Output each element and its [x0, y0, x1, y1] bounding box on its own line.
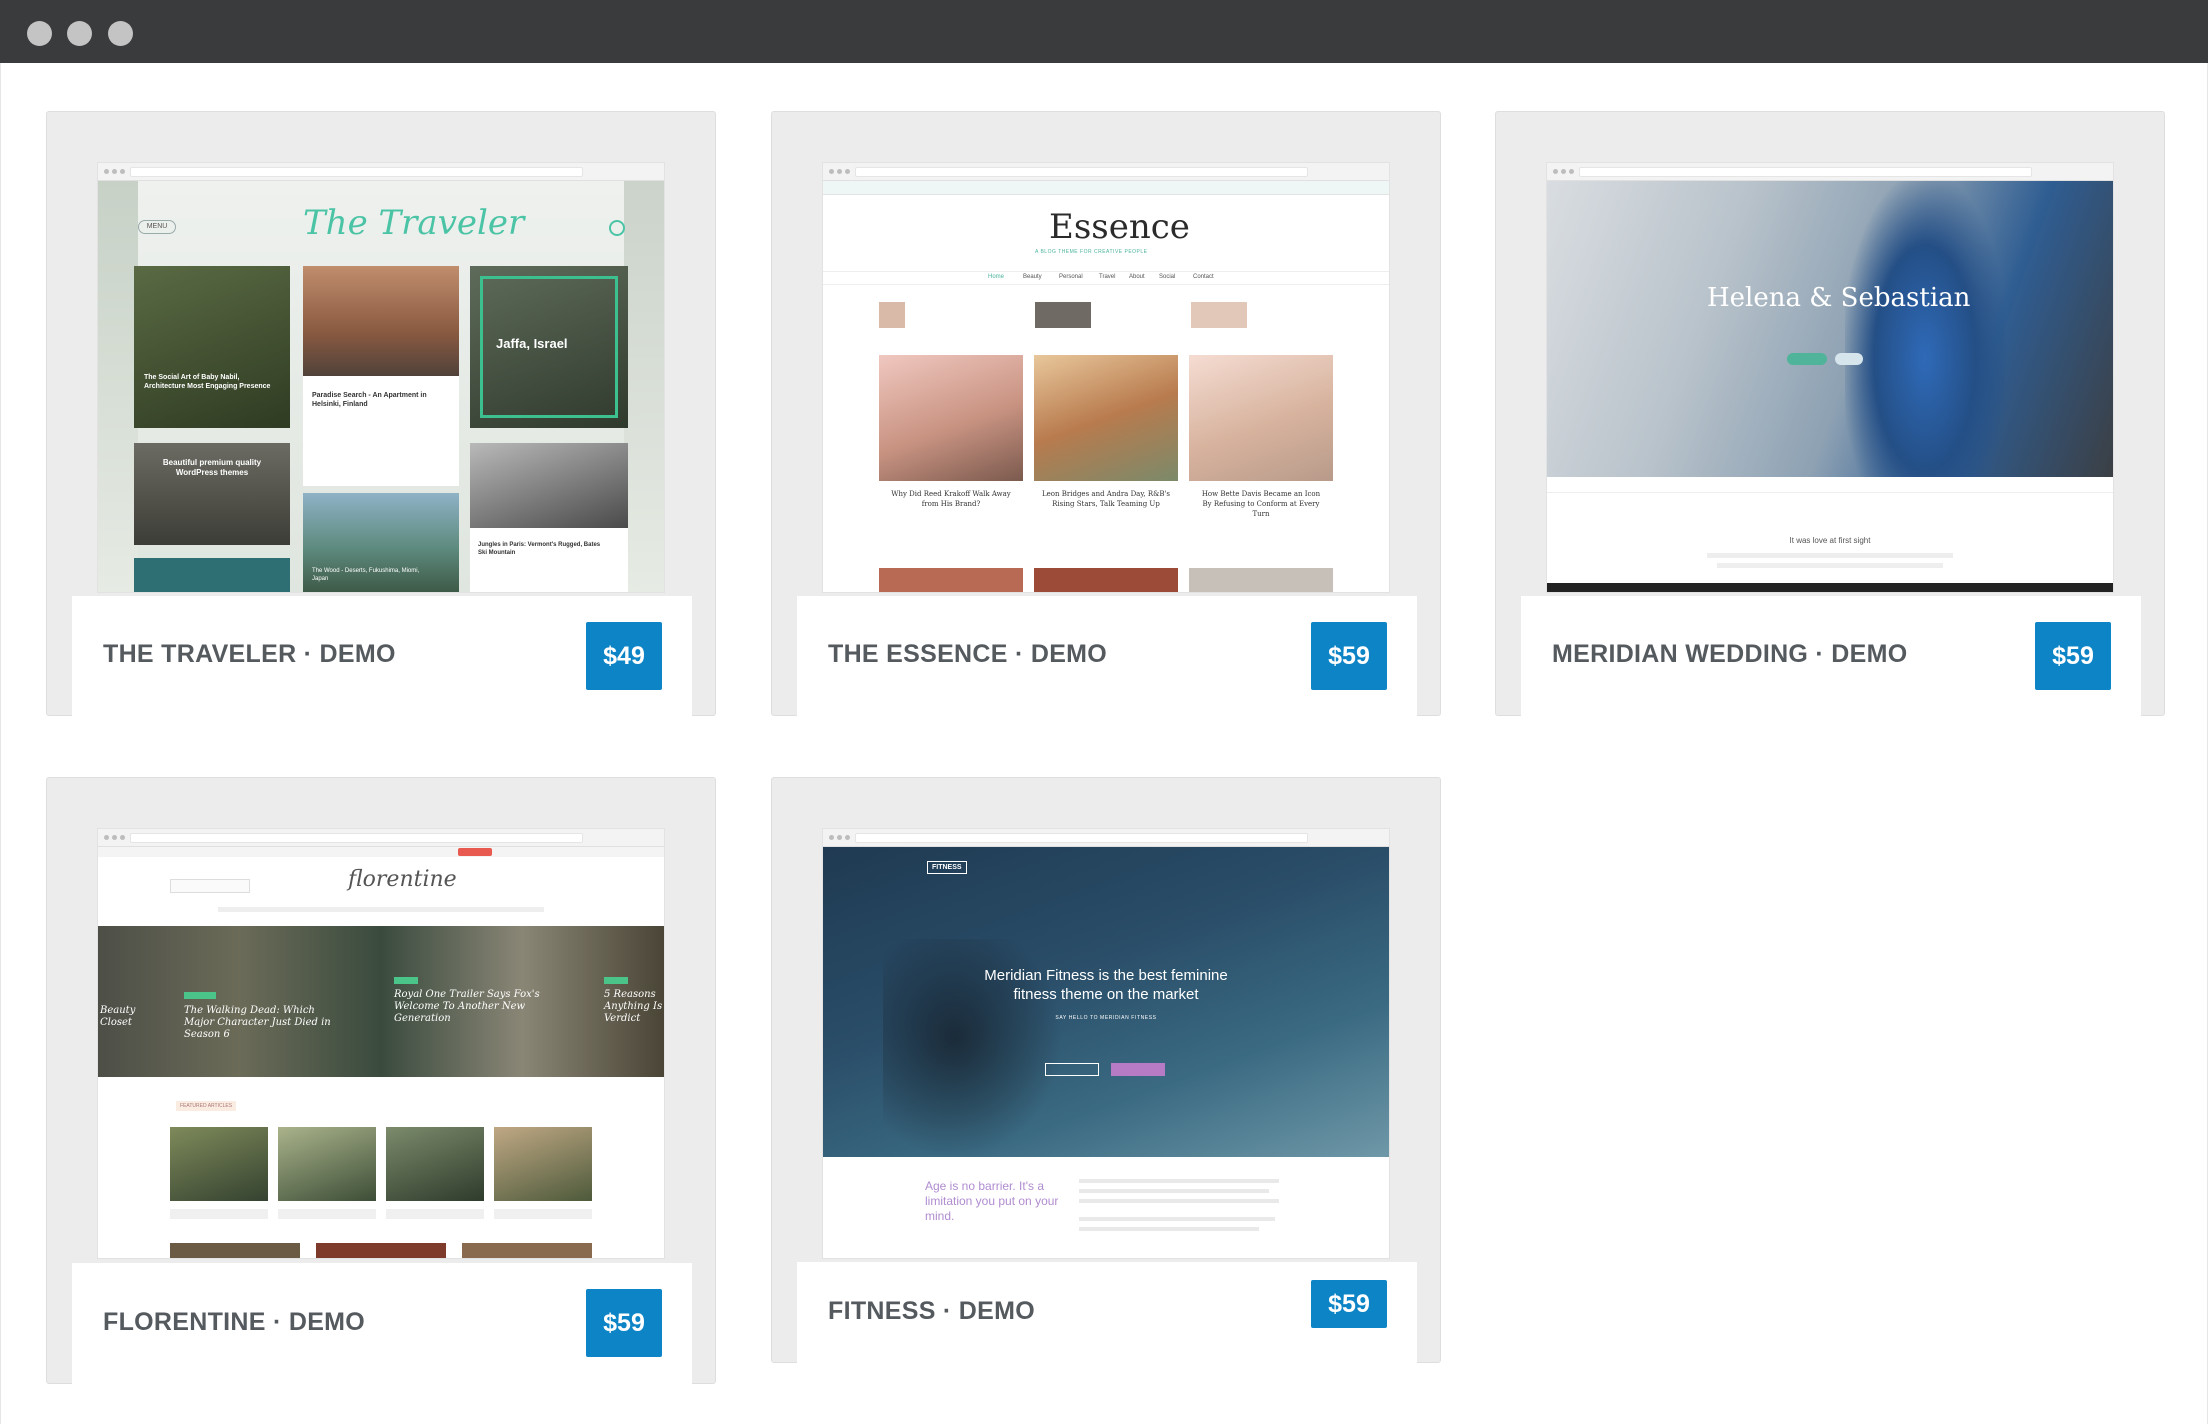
mini-browser-bar [823, 163, 1389, 181]
minimize-dot[interactable] [67, 21, 92, 46]
promo-text: Beautiful premium quality WordPress them… [162, 458, 262, 477]
slide-title: Beauty Closet [100, 1005, 136, 1028]
hero-button[interactable] [1835, 353, 1863, 365]
section-label: FEATURED ARTICLES [176, 1101, 237, 1111]
nav-beauty[interactable]: Beauty [1023, 274, 1042, 280]
mini-browser-bar [98, 163, 664, 181]
post-title: The Wood - Deserts, Fukushima, Miomi, Ja… [312, 568, 420, 582]
card-footer: FITNESS · DEMO $59 [797, 1262, 1417, 1363]
menu-button[interactable]: MENU [138, 220, 176, 234]
nav-home[interactable]: Home [988, 274, 1004, 280]
essence-logo: Essence [1049, 207, 1190, 247]
demo-title[interactable]: THE ESSENCE · DEMO [828, 640, 1107, 669]
post-card[interactable] [303, 266, 459, 376]
preview-wedding[interactable]: Helena & Sebastian It was love at first … [1547, 163, 2113, 592]
hero-button[interactable] [1787, 353, 1827, 365]
slide-title: 5 Reasons Anything Is Verdict [604, 989, 663, 1024]
hero-button[interactable] [1111, 1063, 1165, 1076]
slide-title: Royal One Trailer Says Fox's Welcome To … [394, 989, 540, 1024]
nav-bar [1547, 477, 2113, 493]
demo-title[interactable]: MERIDIAN WEDDING · DEMO [1552, 640, 1908, 669]
post-image[interactable] [879, 355, 1023, 481]
maximize-dot[interactable] [108, 21, 133, 46]
search-icon[interactable] [609, 220, 625, 236]
slider[interactable] [98, 926, 664, 1077]
demo-card-essence[interactable]: Essence A BLOG THEME FOR CREATIVE PEOPLE… [771, 111, 1441, 716]
traveler-logo: The Traveler [303, 203, 525, 243]
demo-card-florentine[interactable]: florentine Beauty Closet The Walking Dea… [46, 777, 716, 1384]
post-title: Jungles in Paris: Vermont's Rugged, Bate… [478, 542, 601, 556]
tagline: A BLOG THEME FOR CREATIVE PEOPLE [1035, 249, 1148, 255]
demo-card-wedding[interactable]: Helena & Sebastian It was love at first … [1495, 111, 2165, 716]
hero-title: Meridian Fitness is the best feminine [984, 967, 1228, 984]
nav-about[interactable]: About [1129, 274, 1145, 280]
card-footer: MERIDIAN WEDDING · DEMO $59 [1521, 596, 2141, 716]
price-button[interactable]: $59 [1311, 622, 1387, 690]
hero-title: Helena & Sebastian [1707, 283, 1971, 313]
mini-browser-bar [1547, 163, 2113, 181]
demo-card-traveler[interactable]: MENU The Traveler The Social Art of Baby… [46, 111, 716, 716]
post-thumb[interactable] [494, 1127, 592, 1201]
post-title: The Social Art of Baby Nabil, Architectu… [144, 374, 271, 390]
hero-image [1547, 181, 2113, 477]
demo-title[interactable]: THE TRAVELER · DEMO [103, 640, 396, 669]
hero-subtitle: SAY HELLO TO MERIDIAN FITNESS [1055, 1015, 1157, 1021]
nav-travel[interactable]: Travel [1099, 274, 1115, 280]
browser-title-bar [0, 0, 2208, 63]
mini-browser-bar [823, 829, 1389, 847]
post-image[interactable] [1034, 355, 1178, 481]
feature-title: Jaffa, Israel [496, 336, 568, 351]
demo-title[interactable]: FLORENTINE · DEMO [103, 1308, 365, 1337]
nav-contact[interactable]: Contact [1193, 274, 1214, 280]
card-footer: THE ESSENCE · DEMO $59 [797, 596, 1417, 716]
price-button[interactable]: $59 [1311, 1280, 1387, 1328]
preview-essence[interactable]: Essence A BLOG THEME FOR CREATIVE PEOPLE… [823, 163, 1389, 592]
fitness-logo: FITNESS [927, 861, 967, 874]
post-thumb[interactable] [170, 1127, 268, 1201]
post-title: Leon Bridges and Andra Day, R&B's Rising… [1042, 490, 1170, 508]
slide-title: The Walking Dead: Which Major Character … [184, 1005, 331, 1040]
card-footer: THE TRAVELER · DEMO $49 [72, 596, 692, 716]
florentine-logo: florentine [348, 867, 457, 892]
hero-button[interactable] [1045, 1063, 1099, 1076]
mini-browser-bar [98, 829, 664, 847]
post-image[interactable] [1189, 355, 1333, 481]
post-card[interactable] [134, 266, 290, 428]
post-thumb[interactable] [278, 1127, 376, 1201]
card-footer: FLORENTINE · DEMO $59 [72, 1263, 692, 1384]
price-button[interactable]: $49 [586, 622, 662, 690]
post-thumb[interactable] [386, 1127, 484, 1201]
preview-traveler[interactable]: MENU The Traveler The Social Art of Baby… [98, 163, 664, 592]
close-dot[interactable] [27, 21, 52, 46]
preview-fitness[interactable]: FITNESS Meridian Fitness is the best fem… [823, 829, 1389, 1258]
nav-social[interactable]: Social [1159, 274, 1175, 280]
price-button[interactable]: $59 [586, 1289, 662, 1357]
preview-florentine[interactable]: florentine Beauty Closet The Walking Dea… [98, 829, 664, 1258]
demo-title[interactable]: FITNESS · DEMO [828, 1297, 1035, 1326]
nav-personal[interactable]: Personal [1059, 274, 1083, 280]
post-title: Why Did Reed Krakoff Walk Away from His … [891, 490, 1011, 508]
demo-card-fitness[interactable]: FITNESS Meridian Fitness is the best fem… [771, 777, 1441, 1363]
post-card[interactable] [470, 443, 628, 528]
search-field[interactable] [170, 879, 250, 893]
hero-title: fitness theme on the market [1013, 986, 1199, 1003]
price-button[interactable]: $59 [2035, 622, 2111, 690]
post-title: Paradise Search - An Apartment in Helsin… [312, 392, 427, 408]
section-title: It was love at first sight [1789, 536, 1871, 545]
post-title: How Bette Davis Became an Icon By Refusi… [1201, 490, 1321, 518]
quote-text: Age is no barrier. It's a limitation you… [925, 1179, 1059, 1223]
